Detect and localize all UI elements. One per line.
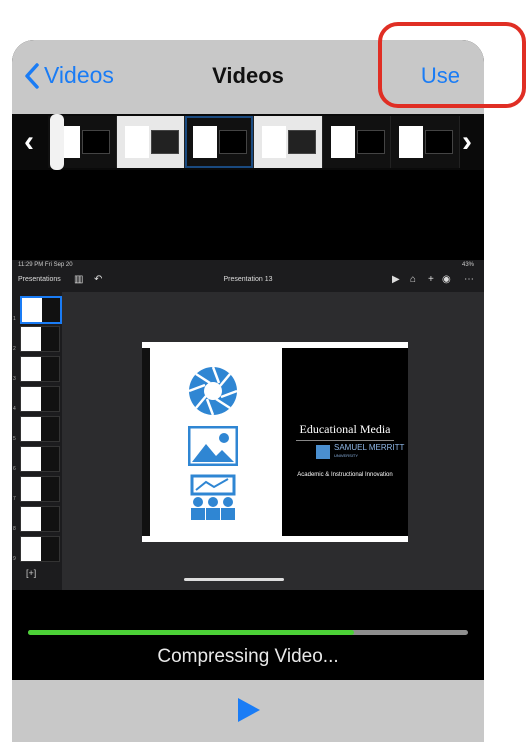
frame-thumbnail xyxy=(185,116,255,168)
slide-number: 1 xyxy=(13,316,16,322)
slide-title: Educational Media xyxy=(299,422,391,436)
highlight-annotation xyxy=(378,22,526,108)
frame-strip[interactable]: ‹ › xyxy=(12,114,484,170)
slide-navigator: 1 2 3 4 5 6 7 8 9 [+] xyxy=(12,292,62,590)
play-slideshow-icon: ▶ xyxy=(392,274,400,285)
play-button[interactable] xyxy=(236,696,262,729)
slide-thumbnail xyxy=(20,506,60,532)
ipad-status-bar: 11:29 PM Fri Sep 20 43% xyxy=(12,260,484,270)
collaborate-icon: ◉ xyxy=(442,274,451,285)
slide-thumbnail xyxy=(20,446,60,472)
logo-mark-icon xyxy=(316,445,330,459)
presentation-audience-icon xyxy=(190,474,236,520)
strip-next-icon[interactable]: › xyxy=(460,116,474,168)
divider xyxy=(296,440,394,441)
more-icon: ⋯ xyxy=(464,274,474,285)
frame-thumbnail xyxy=(116,116,186,168)
frame-thumbnail xyxy=(322,116,392,168)
slide-number: 2 xyxy=(13,346,16,352)
slide-thumbnail xyxy=(20,386,60,412)
add-slide-icon: [+] xyxy=(26,568,37,578)
video-picker-sheet: Videos Videos Use ‹ › 11:29 PM Fri Sep 2… xyxy=(12,40,484,742)
format-icon: ⌂ xyxy=(410,274,417,285)
slide-number: 8 xyxy=(13,526,16,532)
slide-thumbnail xyxy=(20,476,60,502)
slide-number: 7 xyxy=(13,496,16,502)
strip-prev-icon[interactable]: ‹ xyxy=(22,116,36,168)
slide-thumbnail xyxy=(20,326,60,352)
status-battery: 43% xyxy=(461,262,474,268)
slide-title-panel: Educational Media SAMUEL MERRITT UNIVERSI… xyxy=(282,348,408,536)
status-time: 11:29 PM Fri Sep 20 xyxy=(18,262,73,268)
slide-number: 6 xyxy=(13,466,16,472)
university-logo: SAMUEL MERRITT UNIVERSITY xyxy=(316,444,404,460)
slide-number: 3 xyxy=(13,376,16,382)
camera-aperture-icon xyxy=(188,366,238,416)
slide-left-bar xyxy=(142,348,150,536)
play-icon xyxy=(238,698,260,722)
progress-fill xyxy=(28,630,354,635)
scrub-handle[interactable] xyxy=(50,114,64,170)
slide-canvas: Educational Media SAMUEL MERRITT UNIVERSI… xyxy=(62,292,484,590)
add-icon: + xyxy=(428,274,434,285)
slide-number: 9 xyxy=(13,556,16,562)
slide-thumbnail xyxy=(20,416,60,442)
slide-number: 5 xyxy=(13,436,16,442)
keynote-toolbar: Presentations ▥ ↶ Presentation 13 ▶ ⌂ + … xyxy=(12,270,484,290)
compression-progress-bar xyxy=(28,630,468,635)
playback-bar xyxy=(12,680,484,742)
frame-thumbnail xyxy=(391,116,461,168)
compression-status: Compressing Video... xyxy=(157,646,339,667)
slide-thumbnail xyxy=(20,296,62,324)
slide-number: 4 xyxy=(13,406,16,412)
slide-thumbnail xyxy=(20,536,60,562)
slide-thumbnail xyxy=(20,356,60,382)
video-preview: 11:29 PM Fri Sep 20 43% Presentations ▥ … xyxy=(12,260,484,590)
current-slide: Educational Media SAMUEL MERRITT UNIVERSI… xyxy=(142,342,408,542)
frame-thumbnail xyxy=(254,116,323,168)
logo-name: SAMUEL MERRITT xyxy=(334,443,405,452)
home-indicator xyxy=(184,578,284,581)
slide-subtitle: Academic & Instructional Innovation xyxy=(297,472,393,478)
image-icon xyxy=(188,426,238,466)
frame-thumbnails xyxy=(48,116,461,168)
logo-sub: UNIVERSITY xyxy=(334,453,359,458)
